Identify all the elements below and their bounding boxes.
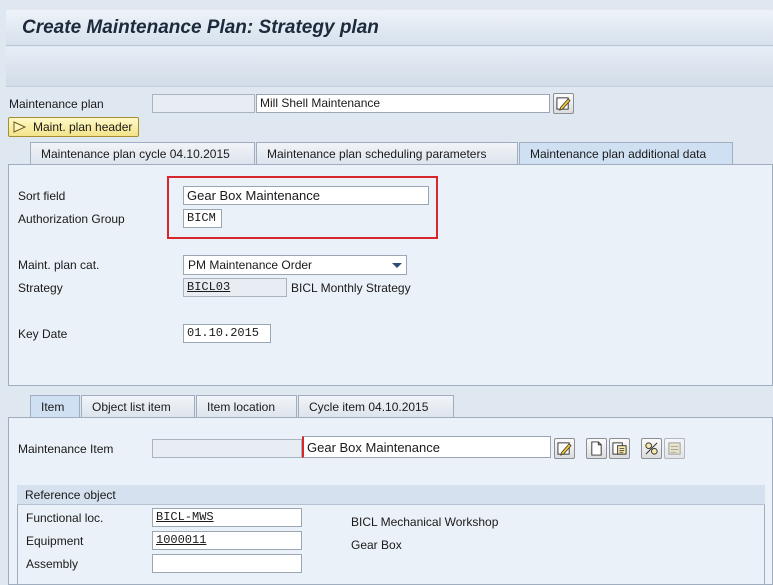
task-list-icon [645, 442, 658, 455]
tab-label: Cycle item 04.10.2015 [309, 400, 429, 414]
tab-label: Maintenance plan additional data [530, 147, 707, 161]
maintenance-item-label: Maintenance Item [18, 442, 114, 456]
functional-location-label: Functional loc. [26, 511, 104, 525]
page-title: Create Maintenance Plan: Strategy plan [22, 17, 379, 38]
strategy-input[interactable]: BICL03 [183, 278, 287, 297]
maintenance-item-number-field[interactable] [152, 439, 302, 458]
task-list-button[interactable] [641, 438, 662, 459]
equipment-input[interactable]: 1000011 [152, 531, 302, 550]
reference-object-header: Reference object [17, 485, 765, 505]
application-toolbar [6, 47, 773, 87]
plan-category-label: Maint. plan cat. [18, 258, 100, 272]
chevron-down-icon [392, 263, 402, 268]
edit-long-text-icon [556, 97, 571, 111]
tab-label: Item location [207, 400, 276, 414]
maint-plan-header-button[interactable]: Maint. plan header [8, 117, 140, 137]
tab-item-location[interactable]: Item location [196, 395, 297, 417]
tab-object-list-item[interactable]: Object list item [81, 395, 195, 417]
maintenance-plan-label: Maintenance plan [9, 97, 104, 111]
sort-field-label: Sort field [18, 189, 66, 203]
strategy-description: BICL Monthly Strategy [291, 281, 411, 295]
create-icon [591, 441, 602, 456]
tab-cycle-item[interactable]: Cycle item 04.10.2015 [298, 395, 454, 417]
maintenance-plan-description-field[interactable]: Mill Shell Maintenance [256, 94, 550, 113]
equipment-value: 1000011 [156, 533, 207, 547]
tab-label: Item [41, 400, 65, 414]
overview-button[interactable] [664, 438, 685, 459]
strategy-value: BICL03 [187, 280, 231, 294]
display-object-button[interactable] [609, 438, 630, 459]
plan-category-dropdown[interactable]: PM Maintenance Order [183, 255, 407, 275]
edit-long-text-button[interactable] [553, 93, 574, 114]
maintenance-item-description-field[interactable]: Gear Box Maintenance [302, 436, 551, 458]
maintenance-plan-number-field[interactable] [152, 94, 255, 113]
create-button[interactable] [586, 438, 607, 459]
tab-additional-data[interactable]: Maintenance plan additional data [519, 142, 733, 164]
tab-label: Maintenance plan cycle 04.10.2015 [41, 147, 230, 161]
highlight-box [167, 176, 438, 239]
strategy-label: Strategy [18, 281, 63, 295]
maint-plan-header-label: Maint. plan header [33, 120, 133, 134]
tab-label: Object list item [92, 400, 171, 414]
tab-scheduling-parameters[interactable]: Maintenance plan scheduling parameters [256, 142, 518, 164]
functional-location-input[interactable]: BICL-MWS [152, 508, 302, 527]
tab-plan-cycle[interactable]: Maintenance plan cycle 04.10.2015 [30, 142, 255, 164]
authorization-group-label: Authorization Group [18, 212, 125, 226]
key-date-label: Key Date [18, 327, 68, 341]
functional-location-description: BICL Mechanical Workshop [351, 515, 499, 529]
functional-location-value: BICL-MWS [156, 510, 214, 524]
tab-item[interactable]: Item [30, 395, 80, 417]
item-long-text-button[interactable] [554, 438, 575, 459]
assembly-label: Assembly [26, 557, 79, 571]
overview-icon [668, 442, 681, 455]
plan-category-value: PM Maintenance Order [188, 258, 313, 272]
display-object-icon [612, 442, 627, 455]
key-date-input[interactable]: 01.10.2015 [183, 324, 271, 343]
equipment-description: Gear Box [351, 538, 402, 552]
assembly-input[interactable] [152, 554, 302, 573]
triangle-right-icon [13, 121, 27, 133]
tab-label: Maintenance plan scheduling parameters [267, 147, 487, 161]
equipment-label: Equipment [26, 534, 84, 548]
edit-long-text-icon [557, 442, 572, 456]
title-bar: Create Maintenance Plan: Strategy plan [6, 10, 773, 46]
